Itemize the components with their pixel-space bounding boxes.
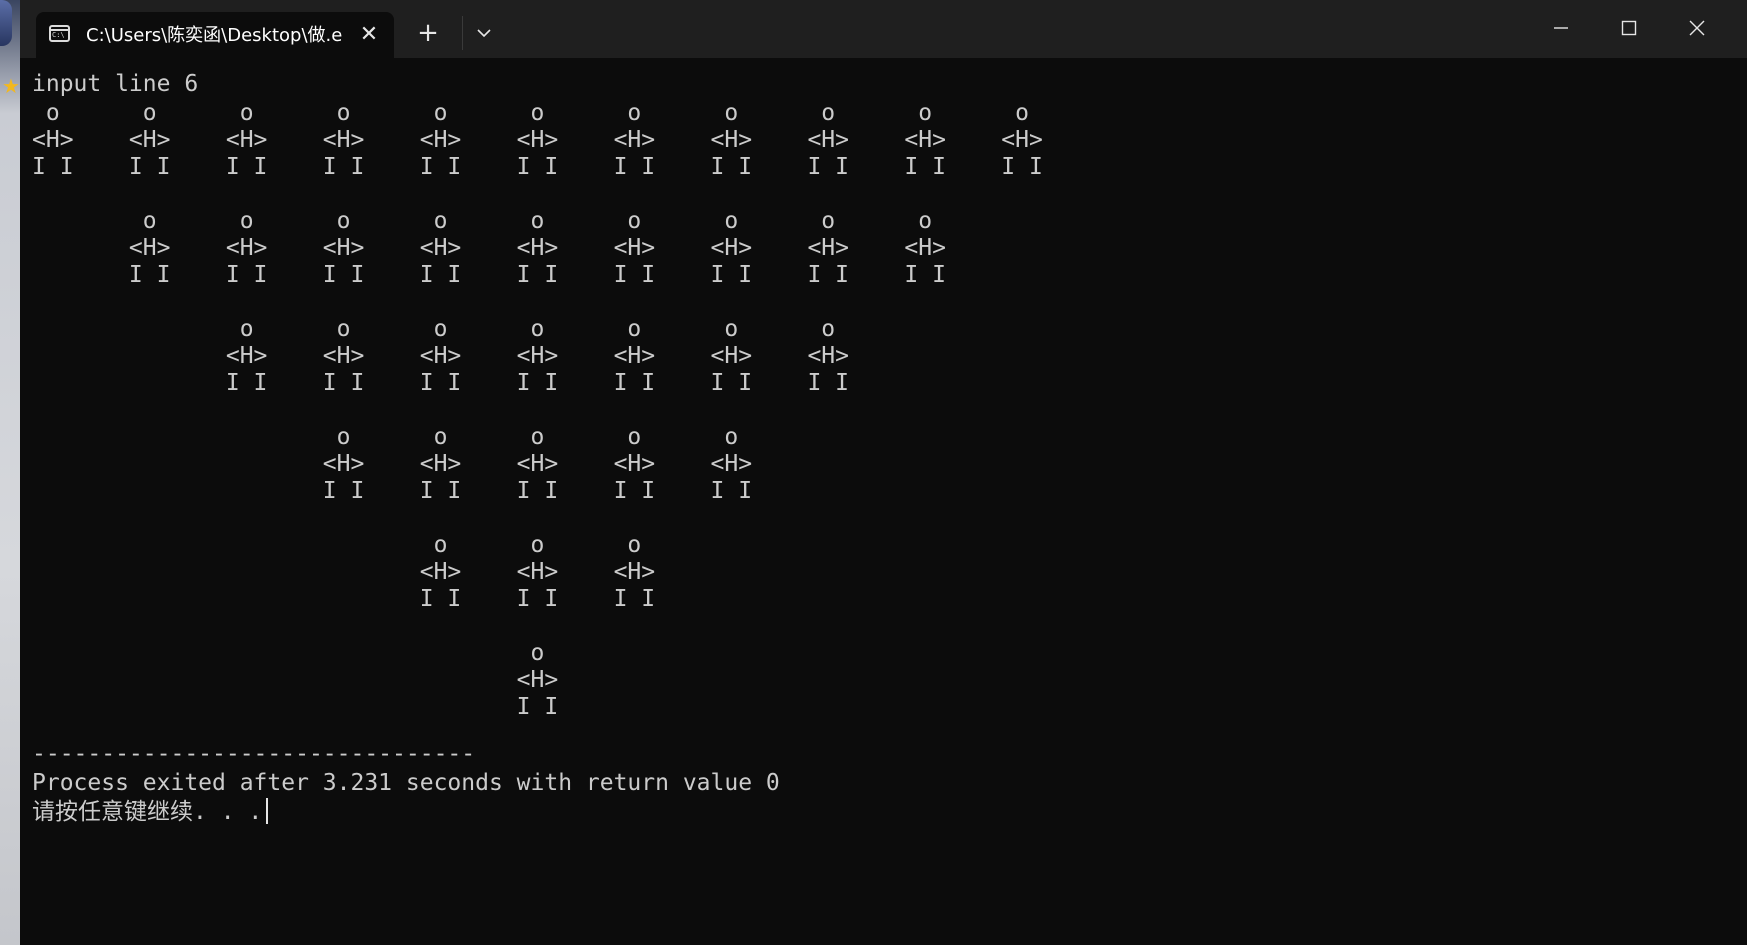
exit-message: Process exited after 3.231 seconds with … [32, 770, 780, 796]
tab-active[interactable]: C:\ C:\Users\陈奕函\Desktop\做.e ✕ [36, 12, 394, 58]
ascii-art-output: o o o o o o o o o o o <H> <H> <H> <H> <H>… [32, 99, 1043, 720]
output-line: I I I I I I I I I I [32, 478, 753, 504]
title-bar[interactable]: C:\ C:\Users\陈奕函\Desktop\做.e ✕ + [20, 0, 1747, 58]
output-line: <H> <H> <H> <H> <H> [32, 451, 753, 477]
output-line: I I I I I I I I I I I I I I [32, 370, 849, 396]
tab-title: C:\Users\陈奕函\Desktop\做.e [86, 25, 343, 46]
output-line: <H> <H> <H> <H> <H> <H> <H> <H> <H> [32, 235, 946, 261]
new-tab-button[interactable]: + [410, 18, 446, 48]
minimize-button[interactable] [1527, 0, 1595, 56]
output-line: o [32, 640, 545, 666]
output-line: I I [32, 694, 559, 720]
maximize-icon [1621, 20, 1637, 36]
input-prompt-line: input line 6 [32, 71, 199, 97]
chevron-down-icon[interactable] [469, 18, 499, 48]
output-line: o o o o o o o o o o o [32, 100, 1029, 126]
app-icon [0, 0, 12, 46]
desktop-background-edge: ★ [0, 0, 20, 945]
star-icon: ★ [2, 74, 20, 98]
cmd-icon: C:\ [49, 25, 70, 42]
continue-prompt-line: 请按任意键继续. . . [32, 798, 1043, 827]
close-tab-icon[interactable]: ✕ [354, 20, 384, 50]
minimize-icon [1554, 27, 1568, 29]
console-output[interactable]: input line 6 o o o o o o o o o o o <H> <H… [32, 70, 1043, 827]
output-line: I I I I I I I I I I I I I I I I I I [32, 262, 946, 288]
output-line: <H> <H> <H> [32, 559, 656, 585]
close-icon [1689, 20, 1705, 36]
output-line: I I I I I I I I I I I I I I I I I I I I … [32, 154, 1043, 180]
tab-separator [462, 16, 463, 50]
output-line: <H> [32, 667, 559, 693]
output-line: <H> <H> <H> <H> <H> <H> <H> <H> <H> <H> … [32, 127, 1043, 153]
close-button[interactable] [1663, 0, 1731, 56]
output-line: I I I I I I [32, 586, 656, 612]
output-line: <H> <H> <H> <H> <H> <H> <H> [32, 343, 849, 369]
output-line: o o o o o o o [32, 316, 836, 342]
output-line: o o o [32, 532, 642, 558]
separator-line: -------------------------------- [32, 741, 476, 767]
maximize-button[interactable] [1595, 0, 1663, 56]
text-cursor [266, 798, 269, 824]
continue-prompt: 请按任意键继续. . . [32, 799, 263, 825]
output-line: o o o o o o o o o [32, 208, 933, 234]
terminal-window: C:\ C:\Users\陈奕函\Desktop\做.e ✕ + input l… [20, 0, 1747, 945]
output-line: o o o o o [32, 424, 739, 450]
